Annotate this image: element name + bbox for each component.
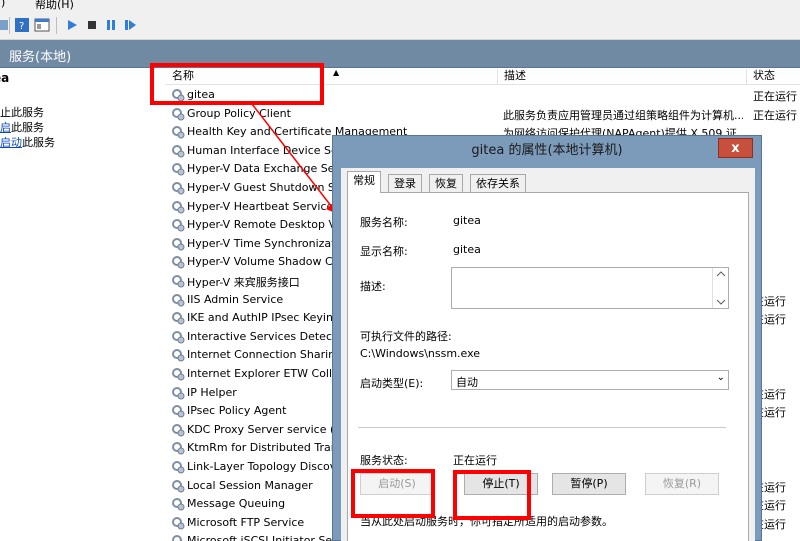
column-header-status-label: 状态 <box>753 69 775 82</box>
service-status-label: 服务状态: <box>360 454 408 467</box>
service-state: 正在运行 <box>753 108 797 122</box>
service-gear-icon <box>171 237 185 251</box>
service-gear-icon <box>171 423 185 437</box>
service-description: 此服务负责应用管理员通过组策略组件为计算机... <box>503 108 743 122</box>
left-action-pane: ea 止此服务 启此服务 启动此服务 <box>0 69 158 541</box>
column-header-description-label: 描述 <box>504 69 526 82</box>
service-gear-icon <box>171 386 185 400</box>
selected-service-name: ea <box>0 71 10 85</box>
restart-icon[interactable] <box>122 17 138 33</box>
play-icon[interactable] <box>64 17 80 33</box>
start-service-link[interactable]: 启动此服务 <box>0 134 55 150</box>
exe-path-value: C:\Windows\nssm.exe <box>360 347 481 360</box>
service-gear-icon <box>171 218 185 232</box>
description-field[interactable] <box>451 267 729 309</box>
toolbar-separator <box>9 17 10 34</box>
resume-button[interactable]: 恢复(R) <box>645 473 719 495</box>
pause-icon[interactable] <box>103 17 119 33</box>
service-gear-icon <box>171 200 185 214</box>
service-gear-icon <box>171 293 185 307</box>
description-label: 描述: <box>360 280 386 293</box>
service-gear-icon <box>171 479 185 493</box>
column-header-status[interactable]: 状态 <box>747 69 800 85</box>
menu-view-fragment[interactable]: ) <box>1 0 5 9</box>
service-gear-icon <box>171 125 185 139</box>
service-gear-icon <box>171 107 185 121</box>
service-gear-icon <box>171 460 185 474</box>
menu-help[interactable]: 帮助(H) <box>35 0 74 12</box>
restart-service-link[interactable]: 启此服务 <box>0 119 44 135</box>
scroll-down-icon[interactable] <box>716 298 726 306</box>
table-row[interactable]: Group Policy Client 此服务负责应用管理员通过组策略组件为计算机… <box>158 105 800 123</box>
service-gear-icon <box>171 274 185 288</box>
properties-pane-icon[interactable] <box>34 17 50 33</box>
service-status-value: 正在运行 <box>453 454 497 467</box>
start-service-link-text[interactable]: 此服务 <box>22 136 55 149</box>
service-gear-icon <box>171 144 185 158</box>
help-book-icon[interactable]: ? <box>14 17 30 33</box>
toolbar: ? <box>0 12 800 40</box>
service-gear-icon <box>171 348 185 362</box>
stop-service-link-text[interactable]: 止此服务 <box>0 106 44 119</box>
service-gear-icon <box>171 404 185 418</box>
service-name-label: 服务名称: <box>360 216 408 229</box>
tab-logon[interactable]: 登录 <box>388 174 422 192</box>
scroll-up-icon[interactable] <box>716 270 726 278</box>
svg-text:?: ? <box>19 21 24 32</box>
dialog-title: gitea 的属性(本地计算机) <box>471 143 623 158</box>
description-scrollbar[interactable] <box>712 268 728 308</box>
pause-button[interactable]: 暂停(P) <box>552 473 626 495</box>
service-gear-icon <box>171 441 185 455</box>
display-name-value: gitea <box>453 243 481 256</box>
tab-recovery[interactable]: 恢复 <box>429 174 463 192</box>
service-gear-icon <box>171 255 185 269</box>
service-gear-icon <box>171 497 185 511</box>
startup-type-select[interactable]: 自动 ⌄ <box>451 370 729 390</box>
service-gear-icon <box>171 311 185 325</box>
sort-ascending-icon: ▲ <box>333 68 340 77</box>
display-name-label: 显示名称: <box>360 245 408 258</box>
console-title: 服务(本地) <box>9 50 72 65</box>
console-header: 服务(本地) <box>0 40 800 68</box>
stop-icon[interactable] <box>84 17 100 33</box>
column-header-description[interactable]: 描述 <box>498 69 747 85</box>
divider <box>358 427 726 428</box>
stop-service-link[interactable]: 止此服务 <box>0 104 44 120</box>
annotation-box-start <box>351 469 435 518</box>
exe-path-label: 可执行文件的路径: <box>360 330 452 343</box>
service-gear-icon <box>171 330 185 344</box>
start-service-link-anchor[interactable]: 启动 <box>0 136 22 149</box>
restart-service-link-text[interactable]: 此服务 <box>11 121 44 134</box>
restart-service-link-anchor[interactable]: 启 <box>0 121 11 134</box>
service-state: 正在运行 <box>753 90 797 103</box>
tab-dependencies[interactable]: 依存关系 <box>470 174 526 192</box>
annotation-box-gitea <box>150 63 324 105</box>
service-gear-icon <box>171 516 185 530</box>
service-gear-icon <box>171 162 185 176</box>
service-gear-icon <box>171 534 185 541</box>
service-gear-icon <box>171 181 185 195</box>
service-gear-icon <box>171 367 185 381</box>
annotation-box-stop <box>453 470 531 520</box>
service-name: Group Policy Client <box>187 106 291 120</box>
menu-bar: ) 帮助(H) <box>0 0 800 12</box>
chevron-down-icon: ⌄ <box>716 372 725 383</box>
startup-type-label: 启动类型(E): <box>360 377 424 390</box>
startup-type-value: 自动 <box>456 376 478 389</box>
tab-general[interactable]: 常规 <box>347 171 381 193</box>
service-name-value: gitea <box>453 214 481 227</box>
toolbar-separator <box>56 17 57 34</box>
close-icon[interactable]: x <box>718 138 753 158</box>
